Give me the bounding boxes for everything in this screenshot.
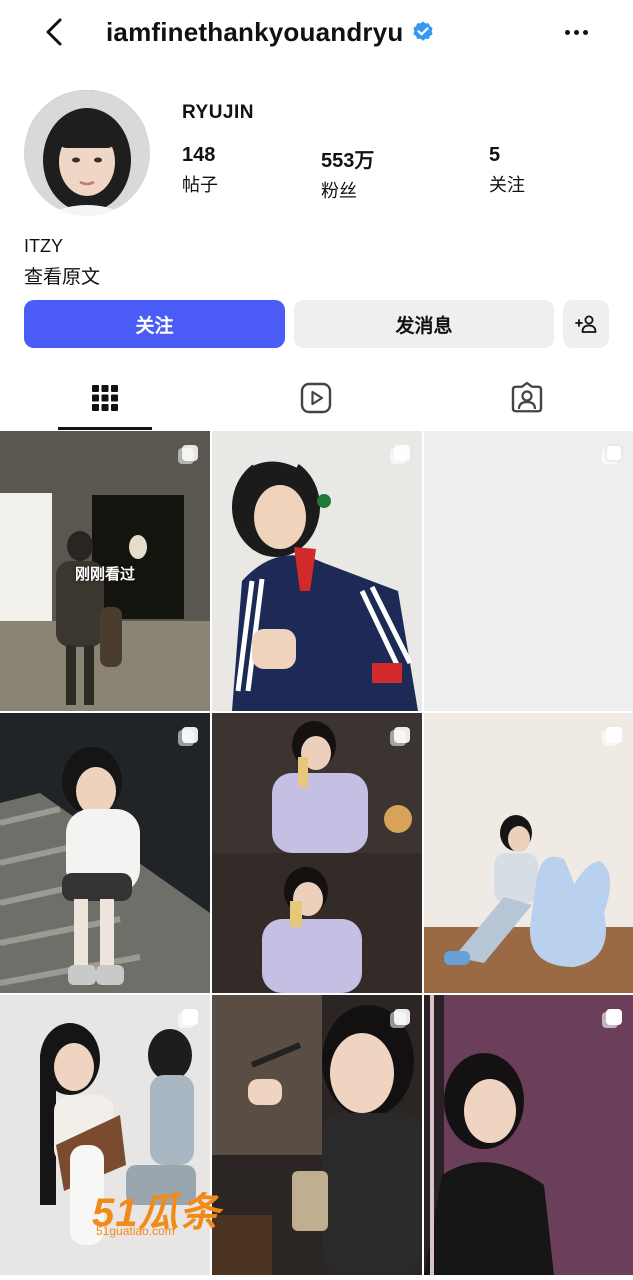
carousel-icon — [602, 727, 622, 746]
avatar-image — [24, 90, 150, 216]
stat-followers-label: 粉丝 — [321, 181, 357, 201]
post-image — [424, 995, 633, 1275]
more-options-button[interactable] — [558, 14, 594, 50]
post-thumbnail[interactable] — [212, 431, 422, 711]
post-image — [424, 713, 633, 993]
stat-following-label: 关注 — [489, 175, 525, 195]
post-thumbnail[interactable] — [212, 995, 422, 1275]
post-thumbnail[interactable] — [424, 431, 633, 711]
top-bar: iamfinethankyouandryu — [0, 0, 633, 66]
post-thumbnail[interactable] — [424, 713, 633, 993]
post-image — [212, 995, 422, 1275]
carousel-icon — [390, 445, 410, 464]
back-button[interactable] — [38, 14, 74, 50]
stat-posts[interactable]: 148 帖子 — [182, 144, 218, 197]
view-original-link[interactable]: 查看原文 — [24, 262, 100, 289]
post-image — [212, 713, 422, 993]
stat-following[interactable]: 5 关注 — [489, 144, 525, 197]
post-thumbnail[interactable] — [424, 995, 633, 1275]
display-name: RYUJIN — [182, 102, 254, 123]
stat-posts-label: 帖子 — [182, 175, 218, 195]
reels-icon — [300, 382, 332, 414]
tab-tagged[interactable] — [480, 366, 574, 430]
active-tab-indicator — [58, 427, 152, 430]
more-dot — [573, 29, 579, 35]
stat-followers-value: 553万 — [321, 150, 375, 172]
stat-following-value: 5 — [489, 144, 501, 166]
tab-reels[interactable] — [269, 366, 363, 430]
verified-badge-icon — [413, 21, 434, 41]
carousel-icon — [178, 727, 198, 746]
carousel-icon — [602, 444, 623, 464]
chevron-left-icon — [46, 18, 62, 46]
stat-followers[interactable]: 553万 粉丝 — [321, 144, 374, 203]
more-horizontal-icon — [564, 29, 570, 35]
follow-button[interactable]: 关注 — [24, 300, 285, 348]
watermark-url: 51guatiao.com — [96, 1224, 175, 1238]
suggest-people-button[interactable] — [563, 300, 609, 348]
carousel-icon — [178, 445, 198, 464]
profile-username: iamfinethankyouandryu — [106, 16, 404, 47]
bio-text: ITZY — [24, 236, 63, 256]
carousel-icon — [390, 1009, 410, 1028]
tab-posts-grid[interactable] — [58, 366, 152, 430]
profile-tabs — [0, 366, 633, 430]
profile-header: iamfinethankyouandryu — [106, 14, 435, 50]
message-button[interactable]: 发消息 — [294, 300, 554, 348]
recently-viewed-label: 刚刚看过 — [74, 566, 135, 583]
post-thumbnail[interactable] — [212, 713, 422, 993]
more-dot — [582, 29, 588, 35]
carousel-icon — [178, 1009, 198, 1028]
post-image — [212, 431, 422, 711]
grid-icon — [92, 385, 118, 411]
add-person-icon — [575, 315, 597, 333]
post-thumbnail[interactable] — [0, 713, 210, 993]
profile-avatar[interactable] — [24, 90, 150, 216]
post-image — [0, 713, 210, 993]
post-image — [424, 431, 633, 711]
stat-posts-value: 148 — [182, 144, 216, 166]
post-thumbnail[interactable]: 刚刚看过 — [0, 431, 210, 711]
carousel-icon — [602, 1009, 622, 1028]
tagged-icon — [511, 381, 543, 413]
carousel-icon — [390, 727, 410, 746]
